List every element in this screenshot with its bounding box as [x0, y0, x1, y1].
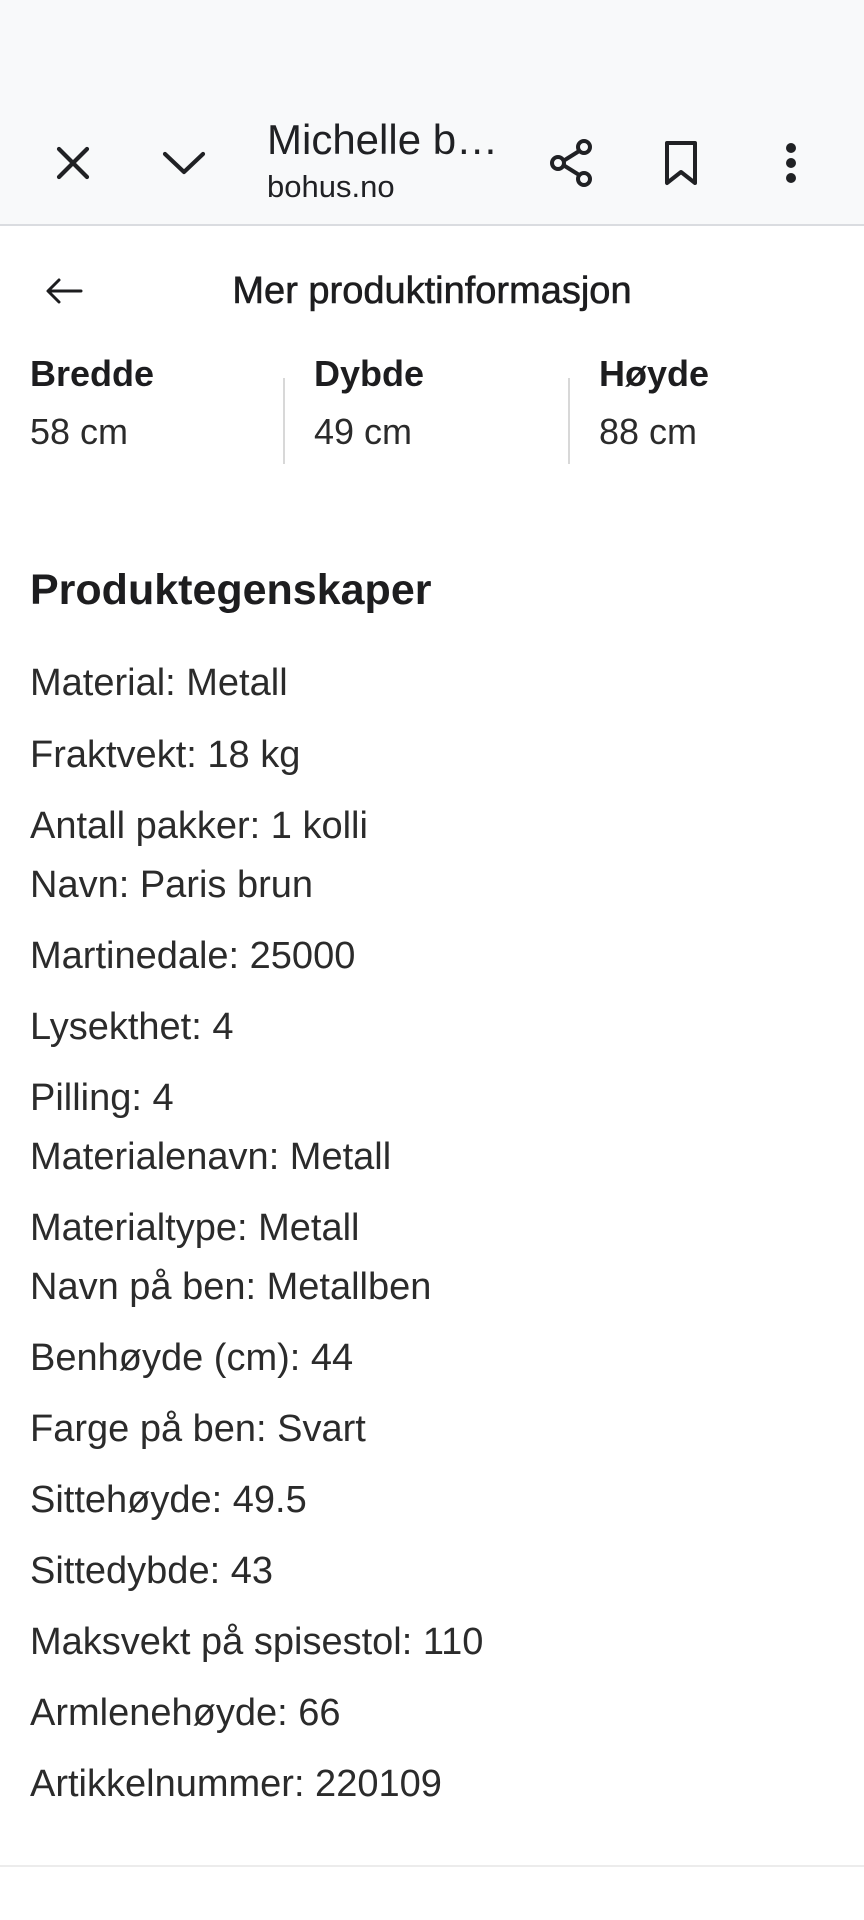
panel-title: Mer produktinformasjon	[232, 270, 632, 313]
product-info-panel: Mer produktinformasjon Bredde 58 cm Dybd…	[0, 228, 864, 1805]
page-info[interactable]: Michelle b… bohus.no	[267, 114, 507, 206]
property-item: Navn på ben: Metallben	[30, 1266, 432, 1308]
share-button[interactable]	[538, 130, 604, 196]
property-item: Benhøyde (cm): 44	[30, 1337, 354, 1379]
bookmark-icon	[665, 141, 697, 185]
dimension-divider	[568, 378, 570, 464]
more-vert-icon	[786, 143, 796, 183]
custom-tab-toolbar: Michelle b… bohus.no	[0, 100, 864, 226]
property-item: Pilling: 4	[30, 1077, 174, 1119]
property-item: Lysekthet: 4	[30, 1006, 234, 1048]
property-item: Farge på ben: Svart	[30, 1408, 366, 1450]
dimension-label: Dybde	[314, 353, 425, 394]
dimension-label: Bredde	[30, 353, 155, 394]
chevron-down-icon	[162, 151, 206, 175]
properties-heading: Produktegenskaper	[30, 566, 432, 614]
dimension-value: 49 cm	[314, 411, 413, 452]
dimension-width: Bredde 58 cm	[30, 352, 154, 452]
dimension-depth: Dybde 49 cm	[314, 352, 424, 452]
property-item: Artikkelnummer: 220109	[30, 1763, 442, 1805]
bookmark-button[interactable]	[648, 130, 714, 196]
close-icon	[56, 146, 90, 180]
property-item: Antall pakker: 1 kolli	[30, 805, 368, 847]
dimension-divider	[283, 378, 285, 464]
more-options-button[interactable]	[758, 130, 824, 196]
dimensions-row: Bredde 58 cm Dybde 49 cm Høyde 88 cm	[0, 352, 864, 464]
property-item: Fraktvekt: 18 kg	[30, 734, 301, 776]
panel-header: Mer produktinformasjon	[0, 228, 864, 352]
property-item: Sittehøyde: 49.5	[30, 1479, 307, 1521]
status-bar-area	[0, 0, 864, 100]
property-item: Materialtype: Metall	[30, 1207, 360, 1249]
property-item: Maksvekt på spisestol: 110	[30, 1621, 484, 1663]
page-domain: bohus.no	[267, 169, 395, 204]
property-item: Navn: Paris brun	[30, 864, 314, 906]
dimension-label: Høyde	[599, 353, 710, 394]
bottom-divider	[0, 1865, 864, 1867]
dimension-value: 88 cm	[599, 411, 698, 452]
dimension-value: 58 cm	[30, 411, 129, 452]
share-icon	[550, 139, 592, 187]
property-item: Martinedale: 25000	[30, 935, 356, 977]
page-title: Michelle b…	[267, 116, 499, 163]
dimension-height: Høyde 88 cm	[599, 352, 709, 452]
property-item: Material: Metall	[30, 662, 288, 704]
property-item: Sittedybde: 43	[30, 1550, 273, 1592]
minimize-tab-button[interactable]	[151, 130, 217, 196]
close-tab-button[interactable]	[40, 130, 106, 196]
property-item: Materialenavn: Metall	[30, 1136, 392, 1178]
property-item: Armlenehøyde: 66	[30, 1692, 341, 1734]
